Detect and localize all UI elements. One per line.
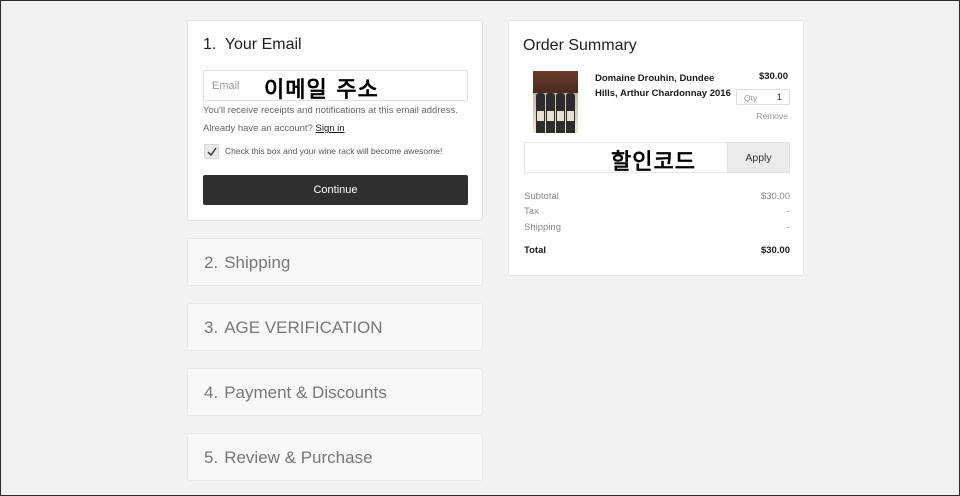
tax-value: - [786,206,790,217]
product-price: $30.00 [758,71,788,82]
receipt-note: You'll receive receipts and notification… [203,105,458,116]
email-step-title: Your Email [224,36,302,53]
product-name: Domaine Drouhin, Dundee Hills, Arthur Ch… [595,73,731,99]
review-purchase-step[interactable]: 5. Review & Purchase [187,433,483,481]
step-number: 5. [204,448,219,467]
email-input[interactable] [204,71,467,100]
shipping-value: - [786,222,790,233]
subtotal-row: Subtotal $30.00 [524,191,790,202]
step-title: Shipping [224,253,291,272]
age-verification-step[interactable]: 3. AGE VERIFICATION [187,303,483,351]
subtotal-label: Subtotal [524,191,559,202]
quantity-stepper[interactable]: Qty 1 [736,89,790,105]
order-summary-card: Order Summary Domaine Drouhin, Dundee Hi… [508,20,804,276]
remove-link[interactable]: Remove [756,111,788,121]
step-title: AGE VERIFICATION [224,318,383,337]
qty-value: 1 [776,92,782,103]
shipping-label: Shipping [524,222,561,233]
continue-button[interactable]: Continue [203,175,468,205]
subtotal-value: $30.00 [760,191,790,202]
checkmark-icon [207,147,217,157]
shipping-step-title: 2. Shipping [204,253,290,273]
email-step-number: 1. [203,36,217,53]
step-title: Payment & Discounts [224,383,387,402]
email-step-heading: 1. Your Email [203,36,302,54]
email-field-wrapper: 이메일 주소 [203,70,468,103]
step-number: 4. [204,383,219,402]
payment-discounts-step[interactable]: 4. Payment & Discounts [187,368,483,416]
total-label: Total [524,245,546,256]
payment-discounts-step-title: 4. Payment & Discounts [204,383,387,403]
sign-in-link[interactable]: Sign in [316,123,345,134]
step-title: Review & Purchase [224,448,373,467]
total-value: $30.00 [760,245,790,256]
qty-label: Qty [744,93,758,103]
apply-button[interactable]: Apply [727,142,790,173]
age-verification-step-title: 3. AGE VERIFICATION [204,318,383,338]
discount-code-input[interactable] [525,143,727,172]
account-prompt: Already have an account? [203,123,313,134]
total-row: Total $30.00 [524,245,790,256]
step-number: 2. [204,253,219,272]
shipping-step[interactable]: 2. Shipping [187,238,483,286]
email-step-card: 1. Your Email 이메일 주소 You'll receive rece… [187,20,483,221]
newsletter-checkbox[interactable] [204,144,219,159]
step-number: 3. [204,318,219,337]
newsletter-checkbox-label: Check this box and your wine rack will b… [225,146,443,156]
account-prompt-row: Already have an account? Sign in [203,123,345,134]
tax-row: Tax - [524,206,790,217]
order-summary-title: Order Summary [523,37,637,54]
review-purchase-step-title: 5. Review & Purchase [204,448,373,468]
shipping-row: Shipping - [524,222,790,233]
discount-field-wrapper: 할인코드 [524,142,727,175]
tax-label: Tax [524,206,539,217]
product-thumbnail [533,71,578,133]
